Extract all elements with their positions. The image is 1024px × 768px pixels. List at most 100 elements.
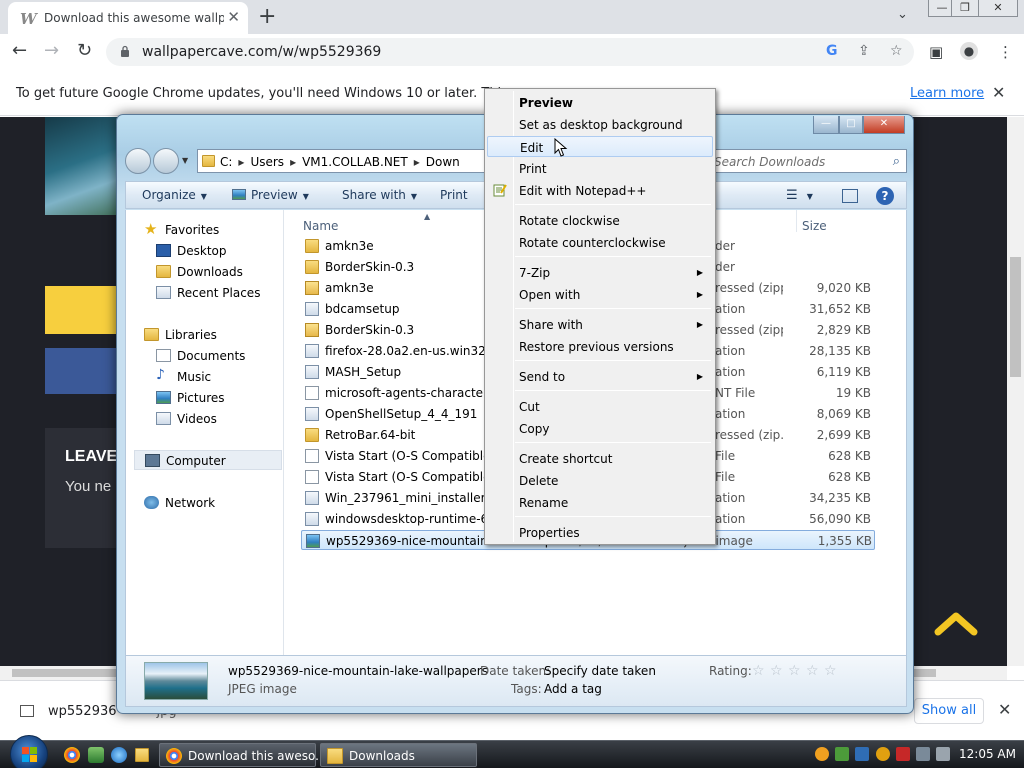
close-window-button[interactable]: ✕ bbox=[978, 0, 1018, 17]
rating-star-icon[interactable]: ☆ bbox=[770, 663, 783, 679]
taskbar-chrome-button[interactable]: Download this aweso... bbox=[159, 743, 327, 767]
preview-pane-icon[interactable] bbox=[842, 189, 858, 203]
facebook-share-button[interactable] bbox=[45, 348, 125, 394]
show-desktop-icon[interactable] bbox=[88, 747, 104, 763]
menu-item-share-with[interactable]: Share with ▶ bbox=[487, 314, 713, 335]
infobar-close-icon[interactable]: ✕ bbox=[992, 83, 1005, 102]
image-file-icon bbox=[20, 705, 34, 717]
search-icon[interactable]: ⌕ bbox=[893, 154, 900, 169]
back-arrow-icon[interactable]: ← bbox=[12, 40, 27, 61]
tab-search-chevron-icon[interactable]: ⌄ bbox=[897, 7, 908, 22]
print-button[interactable]: Print bbox=[440, 188, 468, 202]
tray-app-icon[interactable] bbox=[835, 747, 849, 761]
menu-item-send-to[interactable]: Send to ▶ bbox=[487, 366, 713, 387]
menu-item-rotate-counterclockwise[interactable]: Rotate counterclockwise bbox=[487, 232, 713, 253]
change-view-icon[interactable]: ☰ ▼ bbox=[786, 188, 813, 203]
menu-item-rotate-clockwise[interactable]: Rotate clockwise bbox=[487, 210, 713, 231]
menu-item-edit-with-notepad[interactable]: Edit with Notepad++ bbox=[487, 180, 713, 201]
menu-label: Edit with Notepad++ bbox=[519, 184, 647, 198]
side-panel-icon[interactable]: ▣ bbox=[929, 43, 943, 61]
menu-item-preview[interactable]: Preview bbox=[487, 92, 713, 113]
wallpaper-preview-image[interactable] bbox=[45, 117, 125, 215]
tray-app-icon[interactable] bbox=[876, 747, 890, 761]
menu-item-cut[interactable]: Cut bbox=[487, 396, 713, 417]
file-type: der bbox=[715, 239, 735, 253]
menu-item-set-desktop-background[interactable]: Set as desktop background bbox=[487, 114, 713, 135]
breadcrumb-user[interactable]: VM1.COLLAB.NET bbox=[302, 155, 408, 169]
lock-icon bbox=[121, 45, 129, 57]
restore-window-button[interactable]: ❐ bbox=[951, 0, 979, 17]
page-vertical-scrollbar[interactable] bbox=[1007, 117, 1024, 666]
browser-tab[interactable]: W Download this awesome wallpaper ✕ bbox=[8, 2, 248, 34]
explorer-close-button[interactable]: ✕ bbox=[863, 116, 905, 134]
show-all-button[interactable]: Show all bbox=[914, 698, 984, 724]
date-taken-value[interactable]: Specify date taken bbox=[544, 664, 656, 678]
explorer-maximize-button[interactable]: □ bbox=[839, 116, 863, 134]
column-header-size[interactable]: Size bbox=[802, 219, 827, 233]
menu-item-7zip[interactable]: 7-Zip ▶ bbox=[487, 262, 713, 283]
recent-pages-chevron-icon[interactable]: ▼ bbox=[182, 156, 188, 165]
rating-star-icon[interactable]: ☆ bbox=[806, 663, 819, 679]
browser-toolbar: ← → ↻ wallpapercave.com/w/wp5529369 G ⇪ … bbox=[0, 34, 1024, 70]
network-tray-icon[interactable] bbox=[916, 747, 930, 761]
share-with-button[interactable]: Share with ▼ bbox=[342, 188, 417, 202]
menu-item-edit[interactable]: Edit bbox=[487, 136, 713, 157]
help-icon[interactable]: ? bbox=[876, 187, 894, 205]
action-center-flag-icon[interactable] bbox=[896, 747, 910, 761]
download-button[interactable] bbox=[45, 286, 125, 334]
tray-app-icon[interactable] bbox=[855, 747, 869, 761]
explorer-minimize-button[interactable]: — bbox=[813, 116, 839, 134]
profile-avatar-icon[interactable]: ● bbox=[960, 42, 978, 60]
explorer-address-bar[interactable]: C: ▸ Users ▸ VM1.COLLAB.NET ▸ Down bbox=[197, 149, 487, 173]
share-icon[interactable]: ⇪ bbox=[858, 43, 870, 59]
volume-muted-icon[interactable] bbox=[936, 747, 950, 761]
menu-item-open-with[interactable]: Open with ▶ bbox=[487, 284, 713, 305]
taskbar-clock[interactable]: 12:05 AM bbox=[959, 747, 1016, 761]
installer-icon bbox=[305, 365, 319, 379]
tags-value[interactable]: Add a tag bbox=[544, 682, 602, 696]
explorer-forward-button[interactable] bbox=[153, 148, 179, 174]
explorer-search-box[interactable]: Search Downloads ⌕ bbox=[711, 149, 907, 173]
chrome-quicklaunch-icon[interactable] bbox=[64, 747, 80, 763]
menu-item-rename[interactable]: Rename bbox=[487, 492, 713, 513]
scroll-to-top-chevron-icon[interactable] bbox=[934, 610, 978, 636]
rating-star-icon[interactable]: ☆ bbox=[752, 663, 765, 679]
rating-star-icon[interactable]: ☆ bbox=[788, 663, 801, 679]
column-header-name[interactable]: Name bbox=[303, 219, 338, 233]
address-bar[interactable]: wallpapercave.com/w/wp5529369 G ⇪ ☆ bbox=[106, 38, 914, 66]
explorer-quicklaunch-icon[interactable] bbox=[134, 747, 150, 763]
breadcrumb-drive[interactable]: C: bbox=[220, 155, 232, 169]
reload-icon[interactable]: ↻ bbox=[77, 40, 92, 61]
menu-item-print[interactable]: Print bbox=[487, 158, 713, 179]
new-tab-icon[interactable]: + bbox=[258, 4, 276, 29]
tab-close-icon[interactable]: ✕ bbox=[227, 8, 240, 26]
submenu-arrow-icon: ▶ bbox=[696, 372, 703, 381]
internet-explorer-icon[interactable] bbox=[111, 747, 127, 763]
breadcrumb-users[interactable]: Users bbox=[250, 155, 284, 169]
bookmark-star-icon[interactable]: ☆ bbox=[890, 43, 903, 59]
leave-comment-title: LEAVE bbox=[65, 448, 118, 465]
start-button[interactable] bbox=[10, 735, 48, 768]
menu-kebab-icon[interactable]: ⋮ bbox=[998, 43, 1013, 61]
menu-item-properties[interactable]: Properties bbox=[487, 522, 713, 543]
search-tray-icon[interactable] bbox=[815, 747, 829, 761]
menu-item-delete[interactable]: Delete bbox=[487, 470, 713, 491]
vertical-scroll-thumb[interactable] bbox=[1010, 257, 1021, 377]
download-shelf-close-icon[interactable]: ✕ bbox=[998, 700, 1011, 719]
preview-button[interactable]: Preview ▼ bbox=[232, 188, 309, 202]
taskbar-downloads-button[interactable]: Downloads bbox=[320, 743, 477, 767]
organize-button[interactable]: Organize ▼ bbox=[142, 188, 207, 202]
learn-more-link[interactable]: Learn more bbox=[910, 86, 984, 101]
menu-item-create-shortcut[interactable]: Create shortcut bbox=[487, 448, 713, 469]
nav-music-label: Music bbox=[177, 370, 212, 384]
nav-computer[interactable]: Computer bbox=[134, 450, 282, 470]
menu-item-restore-previous-versions[interactable]: Restore previous versions bbox=[487, 336, 713, 357]
breadcrumb-downloads[interactable]: Down bbox=[426, 155, 460, 169]
nav-desktop-label: Desktop bbox=[177, 244, 227, 258]
rating-star-icon[interactable]: ☆ bbox=[824, 663, 837, 679]
explorer-back-button[interactable] bbox=[125, 148, 151, 174]
forward-arrow-icon[interactable]: → bbox=[44, 40, 59, 61]
google-lens-icon[interactable]: G bbox=[826, 43, 838, 59]
menu-item-copy[interactable]: Copy bbox=[487, 418, 713, 439]
details-file-type: JPEG image bbox=[228, 682, 297, 696]
